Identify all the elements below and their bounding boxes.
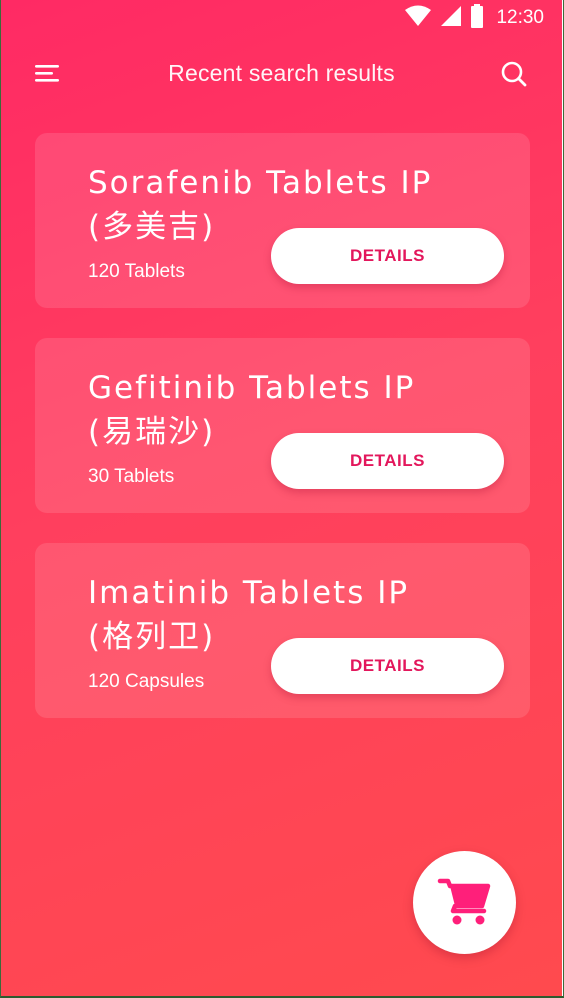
details-button[interactable]: DETAILS [271, 433, 504, 489]
search-button[interactable] [498, 60, 530, 92]
app-bar: Recent search results [1, 50, 562, 102]
details-button[interactable]: DETAILS [271, 638, 504, 694]
drug-name-line1: Gefitinib Tablets IP [88, 370, 416, 406]
status-bar: 12:30 [1, 0, 562, 32]
drug-name-line1: Imatinib Tablets IP [88, 575, 410, 611]
status-time: 12:30 [496, 7, 544, 28]
app-screen: 12:30 Recent search results Sorafenib Ta… [1, 0, 562, 996]
battery-icon [470, 4, 484, 32]
results-list: Sorafenib Tablets IP (多美吉) 120 Tablets D… [35, 133, 530, 748]
status-icons: 12:30 [404, 4, 544, 32]
drug-quantity: 30 Tablets [88, 466, 175, 487]
details-button[interactable]: DETAILS [271, 228, 504, 284]
result-card: Sorafenib Tablets IP (多美吉) 120 Tablets D… [35, 133, 530, 308]
drug-quantity: 120 Capsules [88, 671, 205, 692]
result-card: Gefitinib Tablets IP (易瑞沙) 30 Tablets DE… [35, 338, 530, 513]
drug-quantity: 120 Tablets [88, 261, 185, 282]
page-title: Recent search results [168, 60, 395, 86]
signal-icon [440, 5, 462, 31]
search-icon [500, 60, 528, 92]
drug-name-line1: Sorafenib Tablets IP [88, 165, 433, 201]
cart-button[interactable] [413, 851, 516, 954]
shopping-cart-icon [437, 873, 493, 933]
result-card: Imatinib Tablets IP (格列卫) 120 Capsules D… [35, 543, 530, 718]
wifi-icon [404, 5, 432, 31]
